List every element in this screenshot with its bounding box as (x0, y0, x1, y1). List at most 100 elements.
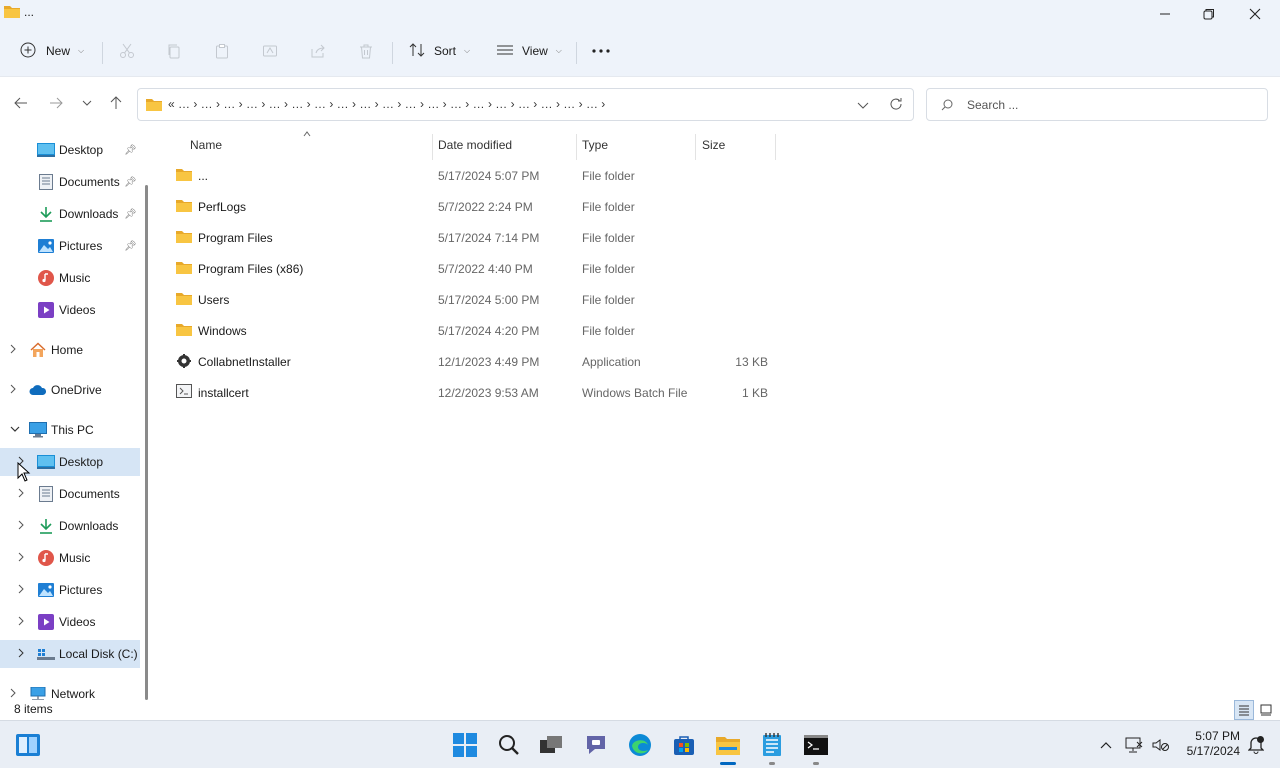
search-input[interactable]: Search ... (967, 98, 1018, 112)
sidebar-item-downloads[interactable]: Downloads 📌︎ (0, 200, 140, 228)
chevron-down-icon: ⌵ (555, 46, 562, 55)
running-indicator (769, 762, 775, 765)
sidebar-item-pictures[interactable]: Pictures 📌︎ (0, 232, 140, 260)
pin-icon: 📌︎ (124, 208, 137, 220)
store-icon[interactable] (670, 731, 698, 759)
chevron-right-icon[interactable] (18, 488, 28, 501)
forward-arrow-icon[interactable] (46, 93, 66, 113)
chevron-right-icon[interactable] (18, 520, 28, 533)
search-icon[interactable] (495, 731, 523, 759)
view-label: View (522, 44, 548, 58)
column-divider[interactable] (775, 134, 776, 160)
sidebar-item-videos[interactable]: Videos (0, 296, 140, 324)
file-row[interactable]: CollabnetInstaller 12/1/2023 4:49 PM App… (156, 346, 776, 377)
sidebar-item-this-pc[interactable]: This PC (0, 416, 140, 444)
chevron-down-icon[interactable] (10, 425, 20, 436)
column-divider[interactable] (576, 134, 577, 160)
sidebar-item-desktop[interactable]: Desktop 📌︎ (0, 136, 140, 164)
running-indicator (813, 762, 819, 765)
volume-muted-icon[interactable] (1150, 735, 1170, 755)
file-row[interactable]: installcert 12/2/2023 9:53 AM Windows Ba… (156, 377, 776, 408)
delete-icon[interactable] (356, 41, 376, 61)
sidebar-item-local-disk[interactable]: Local Disk (C:) (0, 640, 140, 668)
breadcrumb[interactable]: « … › … › … › … › … › … › … › … › … › … … (168, 97, 605, 111)
chevron-right-icon[interactable] (10, 384, 20, 397)
refresh-icon[interactable] (889, 97, 903, 114)
file-row[interactable]: Program Files 5/17/2024 7:14 PM File fol… (156, 222, 776, 253)
chat-icon[interactable] (582, 731, 610, 759)
view-button[interactable]: View ⌵ (496, 38, 562, 64)
search-box[interactable]: Search ... (926, 88, 1268, 121)
up-arrow-icon[interactable] (106, 93, 126, 113)
pictures-icon (37, 581, 55, 599)
chevron-right-icon[interactable] (18, 584, 28, 597)
divider (576, 42, 577, 64)
sidebar-scrollbar[interactable] (145, 185, 148, 700)
videos-icon (37, 613, 55, 631)
file-list: Name Date modified Type Size ... 5/17/20… (156, 130, 1280, 700)
details-view-icon[interactable] (1234, 700, 1254, 720)
address-dropdown-chevron-icon[interactable] (857, 99, 869, 113)
tiles-view-icon[interactable] (1256, 700, 1276, 720)
file-row[interactable]: PerfLogs 5/7/2022 2:24 PM File folder (156, 191, 776, 222)
column-header-name[interactable]: Name (190, 130, 430, 160)
sidebar-item-home[interactable]: Home (0, 336, 140, 364)
notifications-icon[interactable] (1246, 735, 1266, 755)
column-header-date[interactable]: Date modified (438, 130, 574, 160)
start-windows-icon[interactable] (451, 731, 479, 759)
rename-icon[interactable] (260, 41, 280, 61)
close-button[interactable] (1232, 0, 1278, 28)
sort-button[interactable]: Sort ⌵ (408, 38, 470, 64)
restore-button[interactable] (1186, 0, 1232, 28)
sidebar-item-pc-music[interactable]: Music (0, 544, 140, 572)
sidebar-item-pc-videos[interactable]: Videos (0, 608, 140, 636)
file-type: File folder (582, 262, 635, 276)
file-date: 5/7/2022 4:40 PM (438, 262, 533, 276)
sidebar-item-onedrive[interactable]: OneDrive (0, 376, 140, 404)
sidebar-item-label: Local Disk (C:) (59, 647, 138, 661)
minimize-button[interactable] (1142, 0, 1188, 28)
file-name: ... (198, 169, 209, 183)
terminal-icon[interactable] (802, 731, 830, 765)
sidebar-item-network[interactable]: Network (0, 680, 140, 700)
folder-icon (176, 260, 194, 276)
chevron-right-icon[interactable] (10, 344, 20, 357)
network-status-icon[interactable] (1124, 735, 1144, 755)
file-row[interactable]: ... 5/17/2024 5:07 PM File folder (156, 160, 776, 191)
sidebar-item-pc-downloads[interactable]: Downloads (0, 512, 140, 540)
chevron-right-icon[interactable] (10, 688, 20, 701)
back-arrow-icon[interactable] (11, 93, 31, 113)
pin-icon: 📌︎ (124, 144, 137, 156)
column-divider[interactable] (695, 134, 696, 160)
chevron-right-icon[interactable] (18, 616, 28, 629)
cut-icon[interactable] (117, 41, 137, 61)
file-row[interactable]: Program Files (x86) 5/7/2022 4:40 PM Fil… (156, 253, 776, 284)
show-hidden-icons-chevron-icon[interactable] (1096, 735, 1116, 755)
taskbar-clock[interactable]: 5:07 PM 5/17/2024 (1180, 729, 1240, 759)
column-divider[interactable] (432, 134, 433, 160)
new-button[interactable]: New ⌵ (20, 38, 84, 64)
widgets-icon[interactable] (14, 731, 42, 759)
file-row[interactable]: Windows 5/17/2024 4:20 PM File folder (156, 315, 776, 346)
column-header-size[interactable]: Size (702, 130, 772, 160)
copy-icon[interactable] (164, 41, 184, 61)
task-view-icon[interactable] (537, 731, 565, 759)
paste-icon[interactable] (212, 41, 232, 61)
more-options-icon[interactable] (591, 41, 611, 61)
edge-browser-icon[interactable] (626, 731, 654, 759)
column-header-type[interactable]: Type (582, 130, 692, 160)
notepad-icon[interactable] (758, 731, 786, 765)
chevron-right-icon[interactable] (18, 552, 28, 565)
address-bar[interactable]: « … › … › … › … › … › … › … › … › … › … … (137, 88, 914, 121)
sidebar-item-pc-pictures[interactable]: Pictures (0, 576, 140, 604)
batch-file-icon (176, 384, 194, 400)
recent-locations-chevron-icon[interactable] (77, 93, 97, 113)
sidebar-item-music[interactable]: Music (0, 264, 140, 292)
column-label: Date modified (438, 138, 513, 152)
file-row[interactable]: Users 5/17/2024 5:00 PM File folder (156, 284, 776, 315)
chevron-right-icon[interactable] (18, 648, 28, 661)
share-icon[interactable] (308, 41, 328, 61)
sidebar-item-documents[interactable]: Documents 📌︎ (0, 168, 140, 196)
file-type: Application (582, 355, 641, 369)
file-explorer-icon[interactable] (714, 731, 742, 765)
